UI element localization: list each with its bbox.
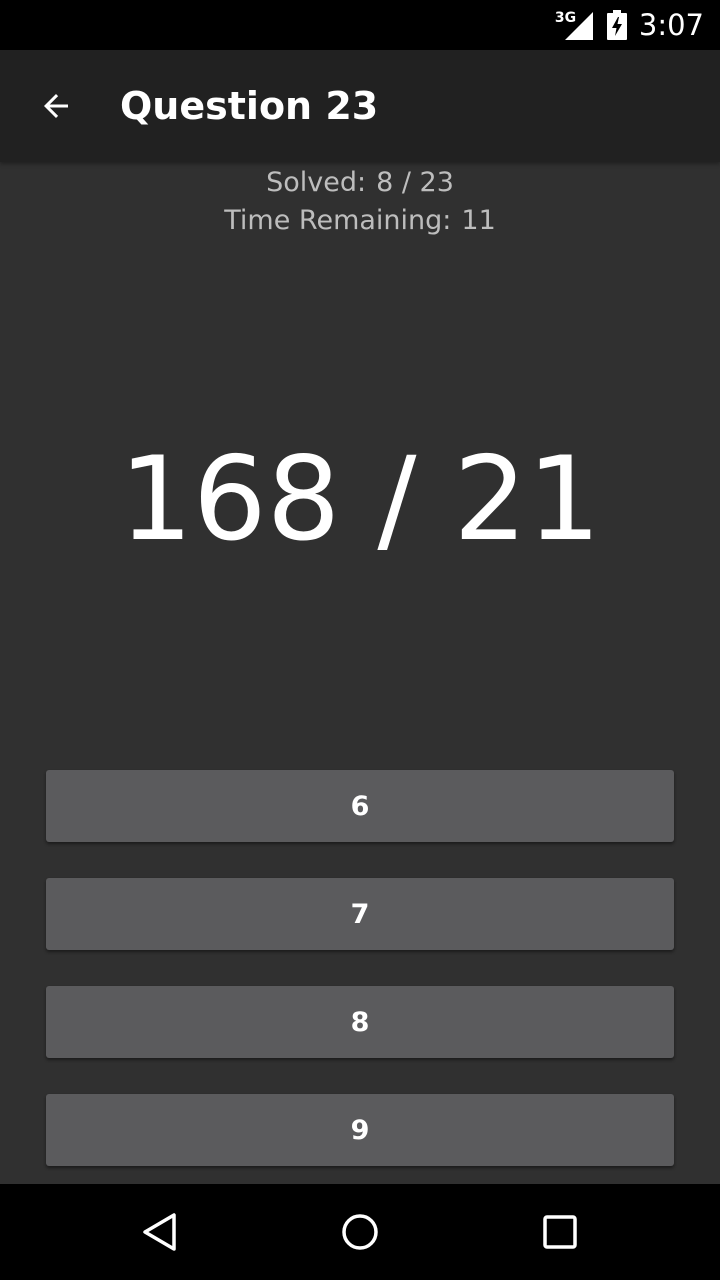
nav-back-button[interactable] bbox=[100, 1184, 220, 1280]
network-indicator: 3G bbox=[553, 8, 593, 42]
answer-button-3[interactable]: 8 bbox=[46, 986, 674, 1058]
solved-value: 8 / 23 bbox=[376, 167, 454, 198]
recents-square-icon bbox=[543, 1215, 577, 1249]
time-remaining-value: 11 bbox=[461, 205, 496, 236]
app-bar: Question 23 bbox=[0, 50, 720, 162]
answer-button-2[interactable]: 7 bbox=[46, 878, 674, 950]
nav-home-button[interactable] bbox=[300, 1184, 420, 1280]
arrow-back-icon bbox=[44, 94, 68, 118]
home-circle-icon bbox=[342, 1214, 378, 1250]
signal-icon bbox=[564, 12, 593, 40]
navigation-bar bbox=[0, 1184, 720, 1280]
status-bar: 3G 3:07 bbox=[0, 0, 720, 50]
time-remaining-stat: Time Remaining: 11 bbox=[0, 202, 720, 240]
page-title: Question 23 bbox=[120, 84, 379, 128]
back-triangle-icon bbox=[143, 1213, 176, 1251]
problem-expression: 168 / 21 bbox=[119, 432, 601, 567]
status-icons: 3G 3:07 bbox=[553, 0, 704, 50]
nav-recents-button[interactable] bbox=[500, 1184, 620, 1280]
answer-button-4[interactable]: 9 bbox=[46, 1094, 674, 1166]
solved-label: Solved: bbox=[266, 167, 367, 198]
answer-button-1[interactable]: 6 bbox=[46, 770, 674, 842]
solved-stat: Solved: 8 / 23 bbox=[0, 164, 720, 202]
status-clock: 3:07 bbox=[638, 8, 704, 42]
battery-charging-icon bbox=[606, 10, 627, 40]
back-button[interactable] bbox=[24, 74, 88, 138]
screen: 3G 3:07 Question 23 Solved: 8 / 23 Time … bbox=[0, 0, 720, 1280]
quiz-stats: Solved: 8 / 23 Time Remaining: 11 bbox=[0, 164, 720, 240]
answer-options: 6 7 8 9 bbox=[46, 770, 674, 1202]
time-remaining-label: Time Remaining: bbox=[224, 205, 452, 236]
